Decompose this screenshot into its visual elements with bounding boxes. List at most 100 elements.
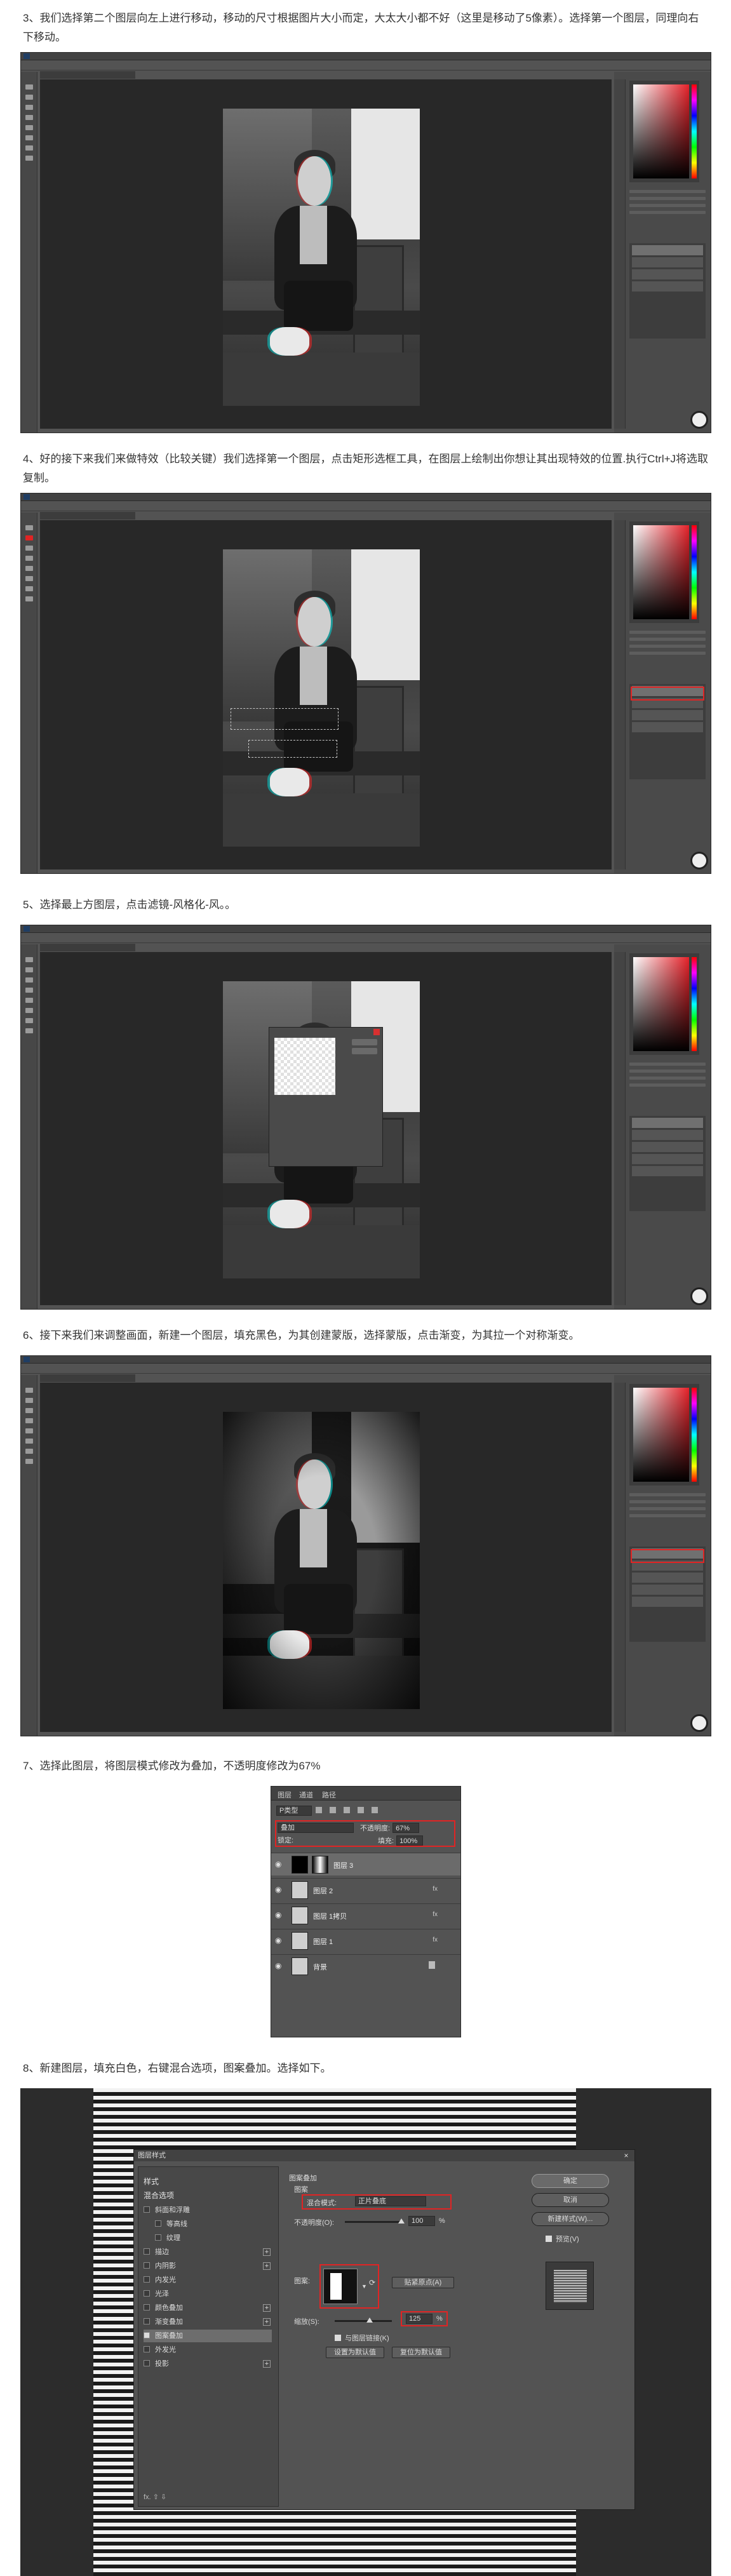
checkbox[interactable]: [144, 2318, 150, 2324]
style-item[interactable]: 内发光: [144, 2274, 272, 2286]
text-tool-icon[interactable]: [25, 145, 33, 151]
text-filter-icon[interactable]: [344, 1807, 350, 1813]
brush-tool-icon[interactable]: [25, 125, 33, 130]
layer-kind-filter[interactable]: P类型: [276, 1806, 312, 1816]
canvas-area[interactable]: [40, 952, 612, 1305]
lasso-tool-icon[interactable]: [25, 977, 33, 983]
color-panel[interactable]: [629, 1384, 699, 1486]
checkbox[interactable]: [144, 2360, 150, 2366]
layer-row[interactable]: ◉ 图层 3: [271, 1853, 460, 1875]
text-tool-icon[interactable]: [25, 1018, 33, 1023]
wind-filter-dialog[interactable]: [269, 1027, 383, 1167]
document-tab[interactable]: [40, 71, 135, 79]
color-panel[interactable]: [629, 81, 699, 182]
adjustment-filter-icon[interactable]: [330, 1807, 336, 1813]
link-with-layer-option[interactable]: 与图层链接(K): [335, 2333, 389, 2343]
move-tool-icon[interactable]: [25, 84, 33, 90]
move-tool-icon[interactable]: [25, 525, 33, 530]
lasso-tool-icon[interactable]: [25, 1408, 33, 1413]
color-field[interactable]: [633, 1388, 689, 1482]
brush-tool-icon[interactable]: [25, 566, 33, 571]
tab-paths[interactable]: 路径: [322, 1790, 336, 1800]
plus-icon[interactable]: +: [263, 2318, 271, 2326]
fx-badge[interactable]: fx: [433, 1886, 438, 1893]
style-item[interactable]: 内阴影 +: [144, 2260, 272, 2272]
marquee-selection[interactable]: [231, 708, 339, 730]
style-item[interactable]: 光泽: [144, 2288, 272, 2300]
preview-option[interactable]: 预览(V): [546, 2234, 579, 2244]
layer-row[interactable]: ◉ 图层 1 fx: [271, 1929, 460, 1952]
reset-default-button[interactable]: 复位为默认值: [392, 2347, 450, 2358]
scale-slider[interactable]: [335, 2318, 392, 2323]
smart-object-filter-icon[interactable]: [372, 1807, 378, 1813]
checkbox[interactable]: [144, 2262, 150, 2269]
brush-tool-icon[interactable]: [25, 1428, 33, 1433]
crop-tool-icon[interactable]: [25, 115, 33, 120]
close-icon[interactable]: [373, 1029, 380, 1035]
pen-tool-icon[interactable]: [25, 156, 33, 161]
layers-panel[interactable]: [629, 1116, 706, 1211]
cancel-button[interactable]: 取消: [532, 2193, 609, 2207]
hue-slider[interactable]: [692, 84, 697, 178]
eraser-tool-icon[interactable]: [25, 576, 33, 581]
layer-row[interactable]: ◉ 图层 1拷贝 fx: [271, 1903, 460, 1926]
set-default-button[interactable]: 设置为默认值: [326, 2347, 384, 2358]
marquee-tool-icon[interactable]: [25, 95, 33, 100]
style-item[interactable]: 颜色叠加 +: [144, 2302, 272, 2314]
layers-panel[interactable]: [629, 684, 706, 779]
layers-panel[interactable]: [629, 243, 706, 339]
eye-icon[interactable]: ◉: [275, 1860, 284, 1868]
checkbox[interactable]: [144, 2332, 150, 2338]
plus-icon[interactable]: +: [263, 2304, 271, 2312]
style-item[interactable]: 外发光: [144, 2344, 272, 2356]
checkbox[interactable]: [144, 2276, 150, 2283]
close-icon[interactable]: ×: [622, 2151, 631, 2160]
style-item-pattern-overlay[interactable]: 图案叠加: [144, 2330, 272, 2342]
scale-input[interactable]: 125: [406, 2314, 433, 2324]
crop-tool-icon[interactable]: [25, 1418, 33, 1423]
checkbox[interactable]: [335, 2335, 341, 2341]
shape-filter-icon[interactable]: [358, 1807, 364, 1813]
blend-mode-select[interactable]: 正片叠底: [355, 2196, 426, 2206]
hue-slider[interactable]: [692, 525, 697, 619]
new-style-button[interactable]: 新建样式(W)...: [532, 2212, 609, 2226]
checkbox[interactable]: [144, 2346, 150, 2352]
gradient-tool-icon[interactable]: [25, 1439, 33, 1444]
snap-to-origin-button[interactable]: 贴紧原点(A): [392, 2277, 454, 2288]
slider-knob[interactable]: [398, 2218, 405, 2224]
marquee-selection[interactable]: [248, 740, 337, 758]
layers-panel[interactable]: [629, 1546, 706, 1642]
text-tool-icon[interactable]: [25, 586, 33, 591]
style-item[interactable]: 斜面和浮雕: [144, 2204, 272, 2217]
eye-icon[interactable]: ◉: [275, 1961, 284, 1970]
plus-icon[interactable]: +: [263, 2360, 271, 2368]
fx-badge[interactable]: fx: [433, 1936, 438, 1943]
brush-tool-icon[interactable]: [25, 998, 33, 1003]
style-item[interactable]: 描边 +: [144, 2246, 272, 2258]
opacity-input[interactable]: 100: [408, 2216, 435, 2226]
marquee-tool-icon[interactable]: [25, 967, 33, 972]
color-panel[interactable]: [629, 953, 699, 1055]
opacity-slider[interactable]: [345, 2218, 405, 2224]
new-preset-icon[interactable]: ⟳: [369, 2278, 375, 2287]
color-field[interactable]: [633, 84, 689, 178]
style-item[interactable]: 纹理: [155, 2232, 272, 2244]
plus-icon[interactable]: +: [263, 2248, 271, 2256]
eye-icon[interactable]: ◉: [275, 1885, 284, 1894]
canvas-area[interactable]: [40, 520, 612, 869]
style-item[interactable]: 投影 +: [144, 2358, 272, 2370]
canvas-area[interactable]: [40, 1383, 612, 1732]
document-tab[interactable]: [40, 944, 135, 951]
color-panel[interactable]: [629, 521, 699, 623]
style-item[interactable]: 渐变叠加 +: [144, 2316, 272, 2328]
checkbox[interactable]: [144, 2248, 150, 2255]
hue-slider[interactable]: [692, 957, 697, 1051]
checkbox[interactable]: [155, 2220, 161, 2227]
crop-tool-icon[interactable]: [25, 988, 33, 993]
crop-tool-icon[interactable]: [25, 556, 33, 561]
eraser-tool-icon[interactable]: [25, 1008, 33, 1013]
checkbox[interactable]: [144, 2290, 150, 2297]
move-tool-icon[interactable]: [25, 1388, 33, 1393]
layer-mask-thumbnail[interactable]: [312, 1856, 328, 1874]
fx-badge[interactable]: fx: [433, 1911, 438, 1918]
